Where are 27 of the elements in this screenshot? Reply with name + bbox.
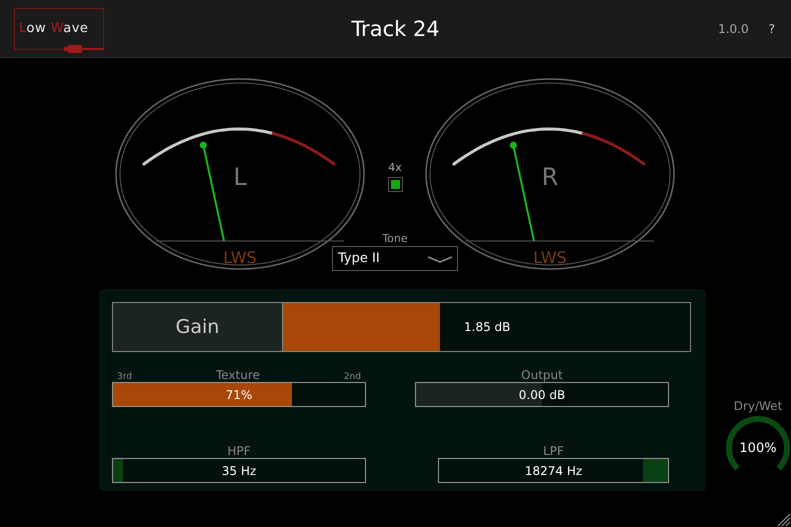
plug-icon: [64, 44, 104, 52]
oversampling-label: 4x: [388, 161, 402, 174]
channel-label: R: [542, 163, 558, 191]
brand-label: LWS: [533, 248, 567, 267]
window-title: Track 24: [351, 16, 440, 40]
lpf-label: LPF: [543, 444, 564, 458]
dry-wet-knob[interactable]: 100%: [725, 415, 791, 481]
oversampling-toggle[interactable]: [388, 177, 402, 192]
texture-slider[interactable]: 71%: [112, 382, 366, 407]
range-label: 3rd: [117, 372, 132, 382]
resize-grip-icon[interactable]: [777, 513, 791, 527]
hpf-label: HPF: [227, 444, 251, 458]
brand-label: LWS: [223, 248, 257, 267]
texture-label: Texture: [216, 368, 260, 382]
channel-label: L: [233, 163, 247, 191]
version-label: 1.0.0: [718, 22, 749, 36]
lpf-slider[interactable]: 18274 Hz: [438, 458, 669, 483]
output-slider[interactable]: 0.00 dB: [415, 382, 669, 407]
dry-wet-label: Dry/Wet: [734, 399, 782, 413]
help-button[interactable]: ?: [766, 22, 777, 36]
output-label: Output: [521, 368, 563, 382]
range-label: 2nd: [344, 372, 361, 382]
tone-dropdown[interactable]: Type II: [332, 246, 458, 271]
chevron-icon: [427, 254, 453, 262]
gain-label: Gain: [113, 303, 283, 351]
gain-slider[interactable]: 1.85 dB: [283, 303, 690, 351]
hpf-slider[interactable]: 35 Hz: [112, 458, 366, 483]
